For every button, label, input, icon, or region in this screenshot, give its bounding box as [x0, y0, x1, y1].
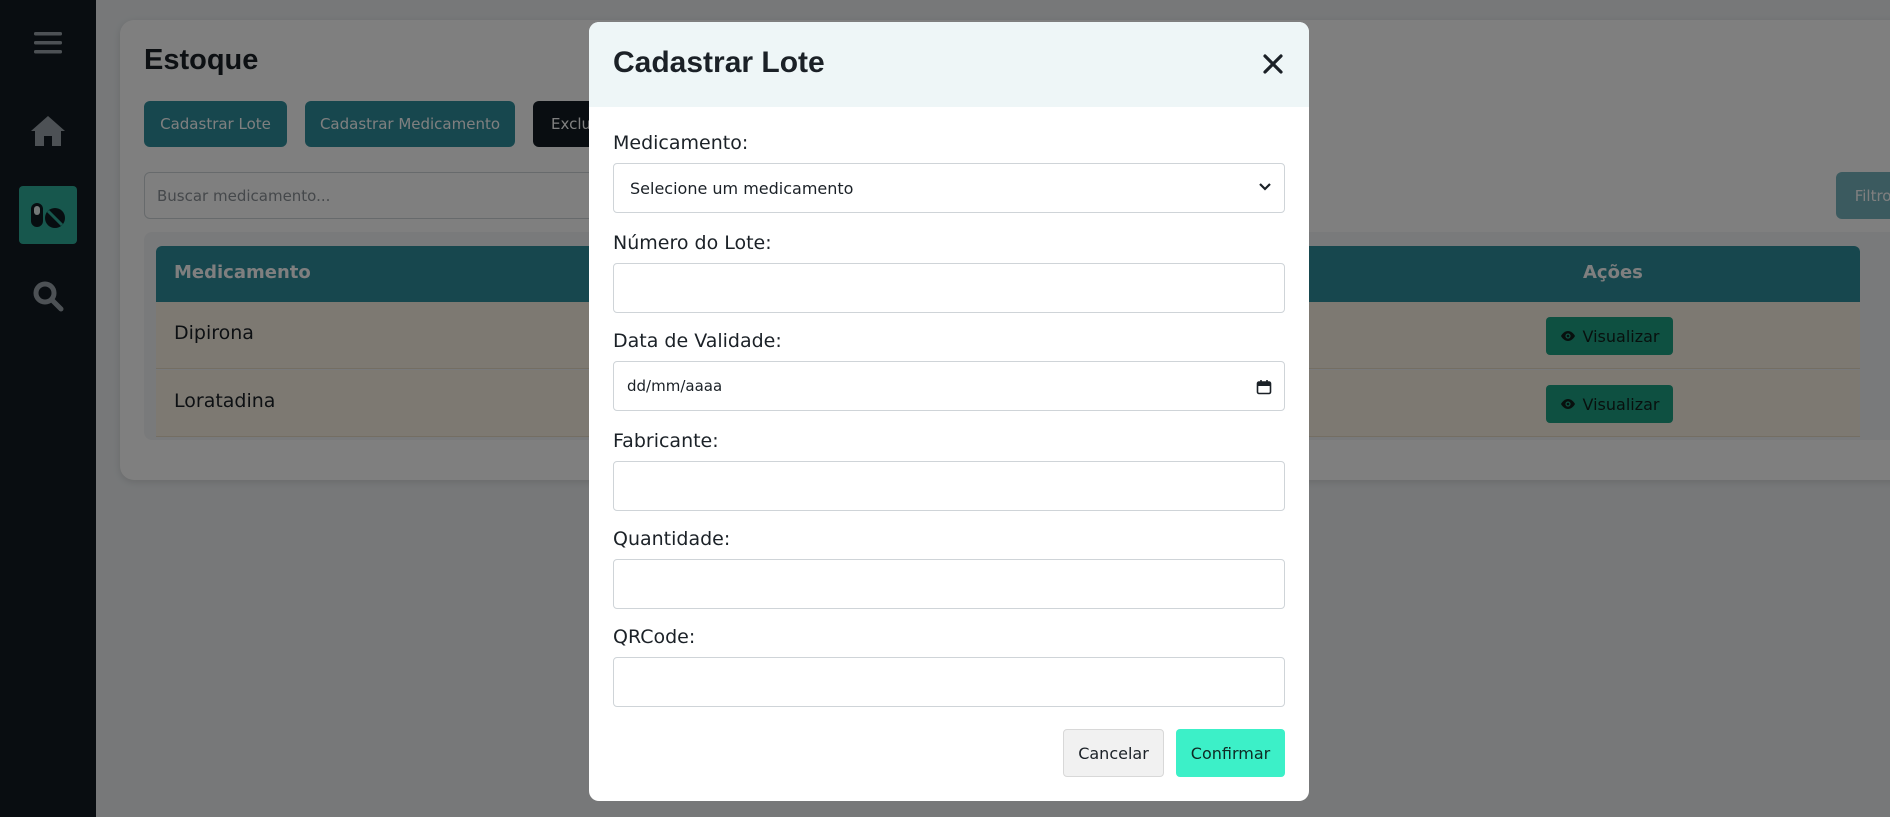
- confirm-button[interactable]: Confirmar: [1176, 729, 1285, 777]
- qrcode-input[interactable]: [613, 657, 1285, 707]
- medicamento-label: Medicamento:: [613, 132, 749, 154]
- data-validade-label: Data de Validade:: [613, 330, 782, 352]
- quantidade-label: Quantidade:: [613, 528, 731, 550]
- data-validade-input[interactable]: dd/mm/aaaa: [613, 361, 1285, 411]
- close-button[interactable]: [1259, 50, 1287, 78]
- qrcode-label: QRCode:: [613, 626, 696, 648]
- calendar-icon[interactable]: [1256, 379, 1272, 395]
- cadastrar-lote-modal: Cadastrar Lote Medicamento: Selecione um…: [589, 22, 1309, 801]
- modal-title: Cadastrar Lote: [613, 46, 825, 79]
- close-icon: [1263, 54, 1283, 74]
- cancel-button[interactable]: Cancelar: [1063, 729, 1164, 777]
- numero-lote-label: Número do Lote:: [613, 232, 772, 254]
- quantidade-input[interactable]: [613, 559, 1285, 609]
- medicamento-select[interactable]: Selecione um medicamento: [613, 163, 1285, 213]
- fabricante-label: Fabricante:: [613, 430, 719, 452]
- chevron-down-icon: [1259, 183, 1271, 191]
- modal-header: Cadastrar Lote: [589, 22, 1309, 107]
- fabricante-input[interactable]: [613, 461, 1285, 511]
- medicamento-select-value: Selecione um medicamento: [630, 178, 854, 198]
- numero-lote-input[interactable]: [613, 263, 1285, 313]
- data-validade-placeholder: dd/mm/aaaa: [627, 377, 723, 395]
